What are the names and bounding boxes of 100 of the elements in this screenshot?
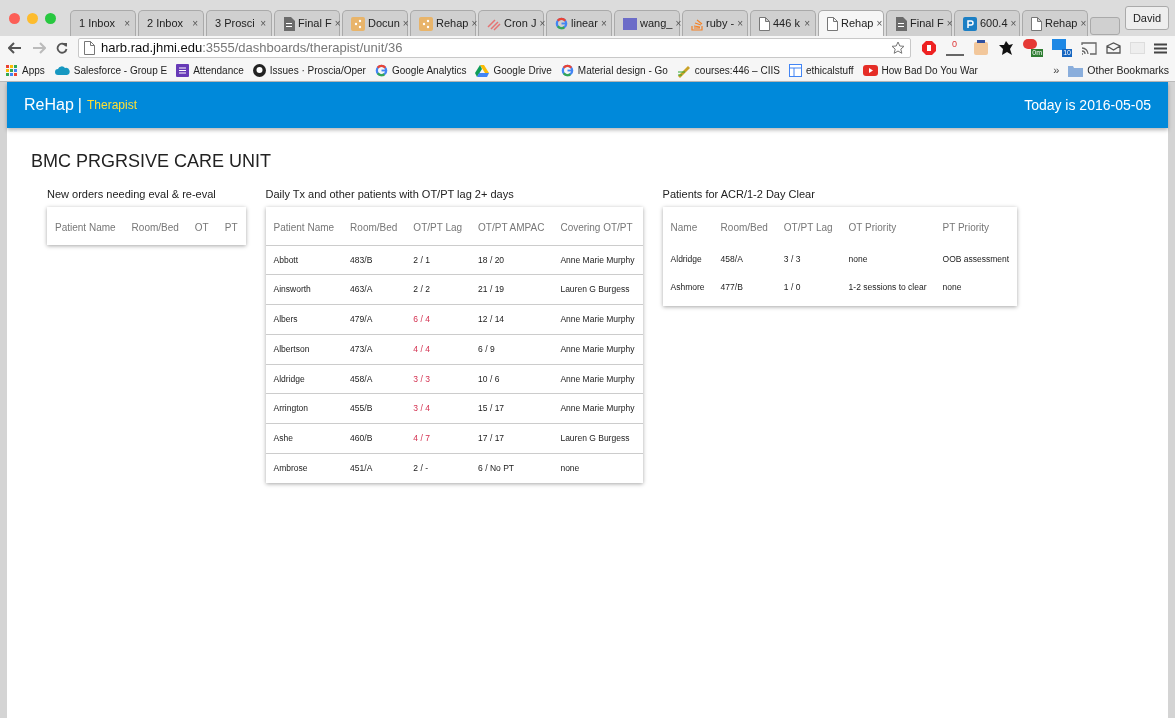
document-icon (895, 16, 907, 31)
browser-tab[interactable]: linear × (546, 10, 612, 36)
table-cell: 6 / No PT (470, 453, 553, 483)
close-tab-button[interactable]: × (600, 16, 607, 31)
browser-tab[interactable]: Docun × (342, 10, 408, 36)
apps-grid-icon (6, 64, 18, 77)
table-cell-text: 3 / 3 (782, 252, 802, 266)
google-icon (560, 64, 574, 77)
browser-tab[interactable]: Rehap × (818, 10, 884, 36)
table-cell-text: 458/A (719, 252, 744, 266)
browser-tab[interactable]: 600.4 × (954, 10, 1020, 36)
browser-tab[interactable]: Rehap × (410, 10, 476, 36)
badge-count: 0 (952, 38, 957, 51)
close-tab-button[interactable]: × (260, 16, 266, 31)
bookmarks-overflow-button[interactable]: » (1053, 62, 1060, 79)
table-cell: 2 / 2 (405, 274, 471, 305)
browser-tab[interactable]: Final F × (274, 10, 340, 36)
column-header: OT/PT Lag (782, 220, 834, 235)
browser-tab[interactable]: Final F × (886, 10, 952, 36)
tab-title: Rehap (436, 16, 469, 32)
browser-tab[interactable]: 1 Inbox × (70, 10, 136, 36)
browser-tab[interactable]: 3 Prosci × (206, 10, 272, 36)
mail-icon[interactable] (1106, 42, 1121, 54)
table-cell: Anne Marie Murphy (552, 245, 643, 275)
page-icon (827, 16, 838, 31)
table-cell: 455/B (342, 393, 406, 424)
table-cell-text: none (941, 281, 963, 295)
close-tab-button[interactable]: × (876, 16, 883, 31)
tab-title: ruby - (706, 16, 735, 32)
app-brand[interactable]: ReHap (24, 93, 74, 117)
reload-icon[interactable] (56, 42, 68, 54)
bookmark-item[interactable]: How Bad Do You War (862, 63, 978, 78)
table-cell: 460/B (342, 423, 406, 454)
close-tab-button[interactable]: × (946, 16, 953, 31)
bookmark-item[interactable]: Issues · Proscia/Oper (252, 63, 366, 78)
browser-tab[interactable]: 446 k × (750, 10, 816, 36)
bookmark-item[interactable]: Apps (6, 63, 45, 78)
table-cell-text: 477/B (719, 281, 744, 295)
browser-tab[interactable]: Cron J × (478, 10, 544, 36)
close-tab-button[interactable]: × (402, 16, 409, 31)
table-cell: 6 / 9 (470, 334, 553, 364)
close-tab-button[interactable]: × (804, 16, 810, 31)
slides-icon (351, 16, 365, 31)
browser-tab[interactable]: 2 Inbox × (138, 10, 204, 36)
profile-button[interactable]: David (1124, 5, 1169, 30)
url-text: harb.rad.jhmi.edu:3555/dashboards/therapist/unit/36 (101, 39, 403, 58)
pencil-icon (676, 63, 691, 78)
star-icon[interactable] (891, 41, 905, 55)
close-tab-button[interactable]: × (539, 16, 546, 31)
close-tab-button[interactable]: × (192, 16, 198, 31)
bookmark-item[interactable]: Material design - Go (560, 63, 668, 78)
column-header: Patient Name (265, 206, 343, 245)
other-bookmarks-item[interactable]: Other Bookmarks (1068, 62, 1169, 79)
google-icon (555, 17, 568, 30)
bookmark-item[interactable]: Google Drive (475, 63, 552, 78)
address-bar[interactable]: harb.rad.jhmi.edu:3555/dashboards/therapist/unit/36 (78, 38, 911, 58)
close-window-button[interactable] (9, 13, 20, 24)
table-cell: Ainsworth (265, 274, 343, 305)
column-header: OT/PT AMPAC (470, 206, 553, 245)
browser-tab[interactable]: Rehap × (1022, 10, 1088, 36)
table-cell-text: Ashmore (669, 281, 706, 295)
bookmark-item[interactable]: courses:446 – CIIS (676, 63, 780, 78)
unit-title: BMC PRGRSIVE CARE UNIT (31, 150, 272, 173)
column-header: Patient Name (54, 220, 117, 235)
column-header: Covering OT/PT (552, 206, 643, 245)
menu-icon[interactable] (1154, 42, 1167, 54)
table-cell: Abbott (265, 245, 343, 275)
close-tab-button[interactable]: × (124, 16, 130, 31)
column-header: Room/Bed (719, 220, 769, 235)
tab-title: linear (571, 16, 598, 32)
bookmark-item[interactable]: ethicalstuff (788, 63, 854, 78)
close-tab-button[interactable]: × (471, 16, 478, 31)
table-cell: 18 / 20 (470, 245, 553, 275)
browser-tab[interactable]: wang_ × (614, 10, 680, 36)
bookmark-item[interactable]: Google Analytics (374, 63, 467, 78)
layout-icon (788, 64, 802, 77)
close-tab-button[interactable]: × (334, 16, 341, 31)
page-icon (759, 16, 770, 31)
table-cell: 3 / 4 (405, 393, 471, 424)
bookmark-item[interactable]: Attendance (176, 63, 244, 78)
tab-title: 1 Inbox (79, 16, 116, 32)
browser-tab[interactable]: ruby - × (682, 10, 748, 36)
column-header: OT (193, 220, 210, 235)
page-icon (1031, 16, 1042, 31)
table-cell: Arrington (265, 393, 343, 424)
cloud-icon (53, 65, 70, 76)
close-tab-button[interactable]: × (675, 16, 682, 31)
close-tab-button[interactable]: × (1010, 16, 1017, 31)
table-cell-text: none (847, 252, 869, 266)
cast-icon[interactable] (1081, 41, 1097, 55)
close-tab-button[interactable]: × (737, 16, 743, 31)
p-logo-icon (963, 16, 977, 31)
table-cell: Albers (265, 304, 343, 335)
section-title: New orders needing eval & re-eval (47, 187, 217, 202)
back-icon[interactable] (8, 42, 22, 54)
bookmark-item[interactable]: Salesforce - Group E (53, 63, 168, 78)
table-cell-text: OOB assessment (941, 252, 1011, 266)
table-cell: 2 / - (405, 453, 471, 483)
close-tab-button[interactable]: × (1080, 16, 1087, 31)
favicon-icon (623, 17, 637, 30)
